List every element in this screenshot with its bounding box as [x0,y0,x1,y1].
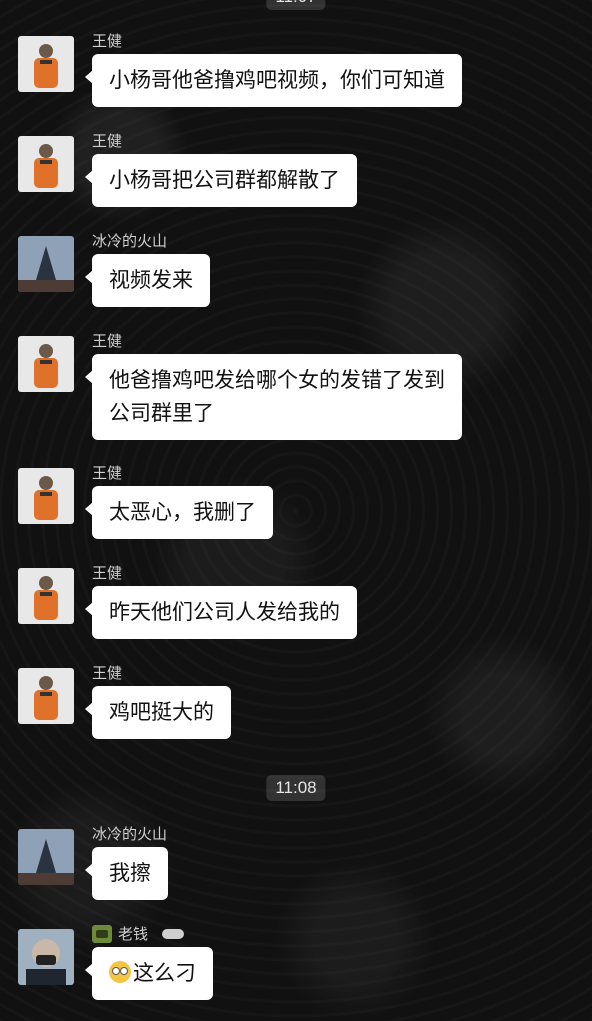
message-bubble[interactable]: 太恶心，我删了 [85,486,273,539]
sender-name: 王健 [92,664,123,682]
orange-jacket-avatar[interactable] [18,568,74,624]
surprised-face-emoji [109,961,131,983]
message-bubble[interactable]: 我擦 [85,847,168,900]
sender-name: 王健 [92,132,123,150]
sender-name: 冰冷的火山 [92,232,168,250]
message-bubble[interactable]: 小杨哥把公司群都解散了 [85,154,357,207]
message-bubble[interactable]: 昨天他们公司人发给我的 [85,586,357,639]
landscape-avatar[interactable] [18,829,74,885]
sender-name: 冰冷的火山 [92,825,168,843]
message-bubble[interactable]: 视频发来 [85,254,210,307]
sender-name: 老钱 [118,925,149,943]
sender-name: 王健 [92,564,123,582]
orange-jacket-avatar[interactable] [18,136,74,192]
orange-jacket-avatar[interactable] [18,336,74,392]
level-badge-icon [92,924,112,943]
timestamp-divider: 11:08 [266,775,326,801]
sender-name: 王健 [92,32,123,50]
orange-jacket-avatar[interactable] [18,668,74,724]
message-bubble[interactable]: 他爸撸鸡吧发给哪个女的发错了发到 公司群里了 [85,354,462,440]
message-bubble[interactable]: 小杨哥他爸撸鸡吧视频，你们可知道 [85,54,462,107]
sender-name: 王健 [92,464,123,482]
message-bubble[interactable]: 鸡吧挺大的 [85,686,231,739]
landscape-avatar[interactable] [18,236,74,292]
masked-person-avatar[interactable] [18,929,74,985]
orange-jacket-avatar[interactable] [18,36,74,92]
orange-jacket-avatar[interactable] [18,468,74,524]
sender-name: 王健 [92,332,123,350]
message-bubble[interactable]: 这么刁 [85,947,213,1000]
sender-name-row: 老钱 [92,923,185,944]
chat-status-icon [162,928,185,939]
timestamp-top: 11:07 [266,0,326,10]
message-text: 这么刁 [133,961,196,985]
